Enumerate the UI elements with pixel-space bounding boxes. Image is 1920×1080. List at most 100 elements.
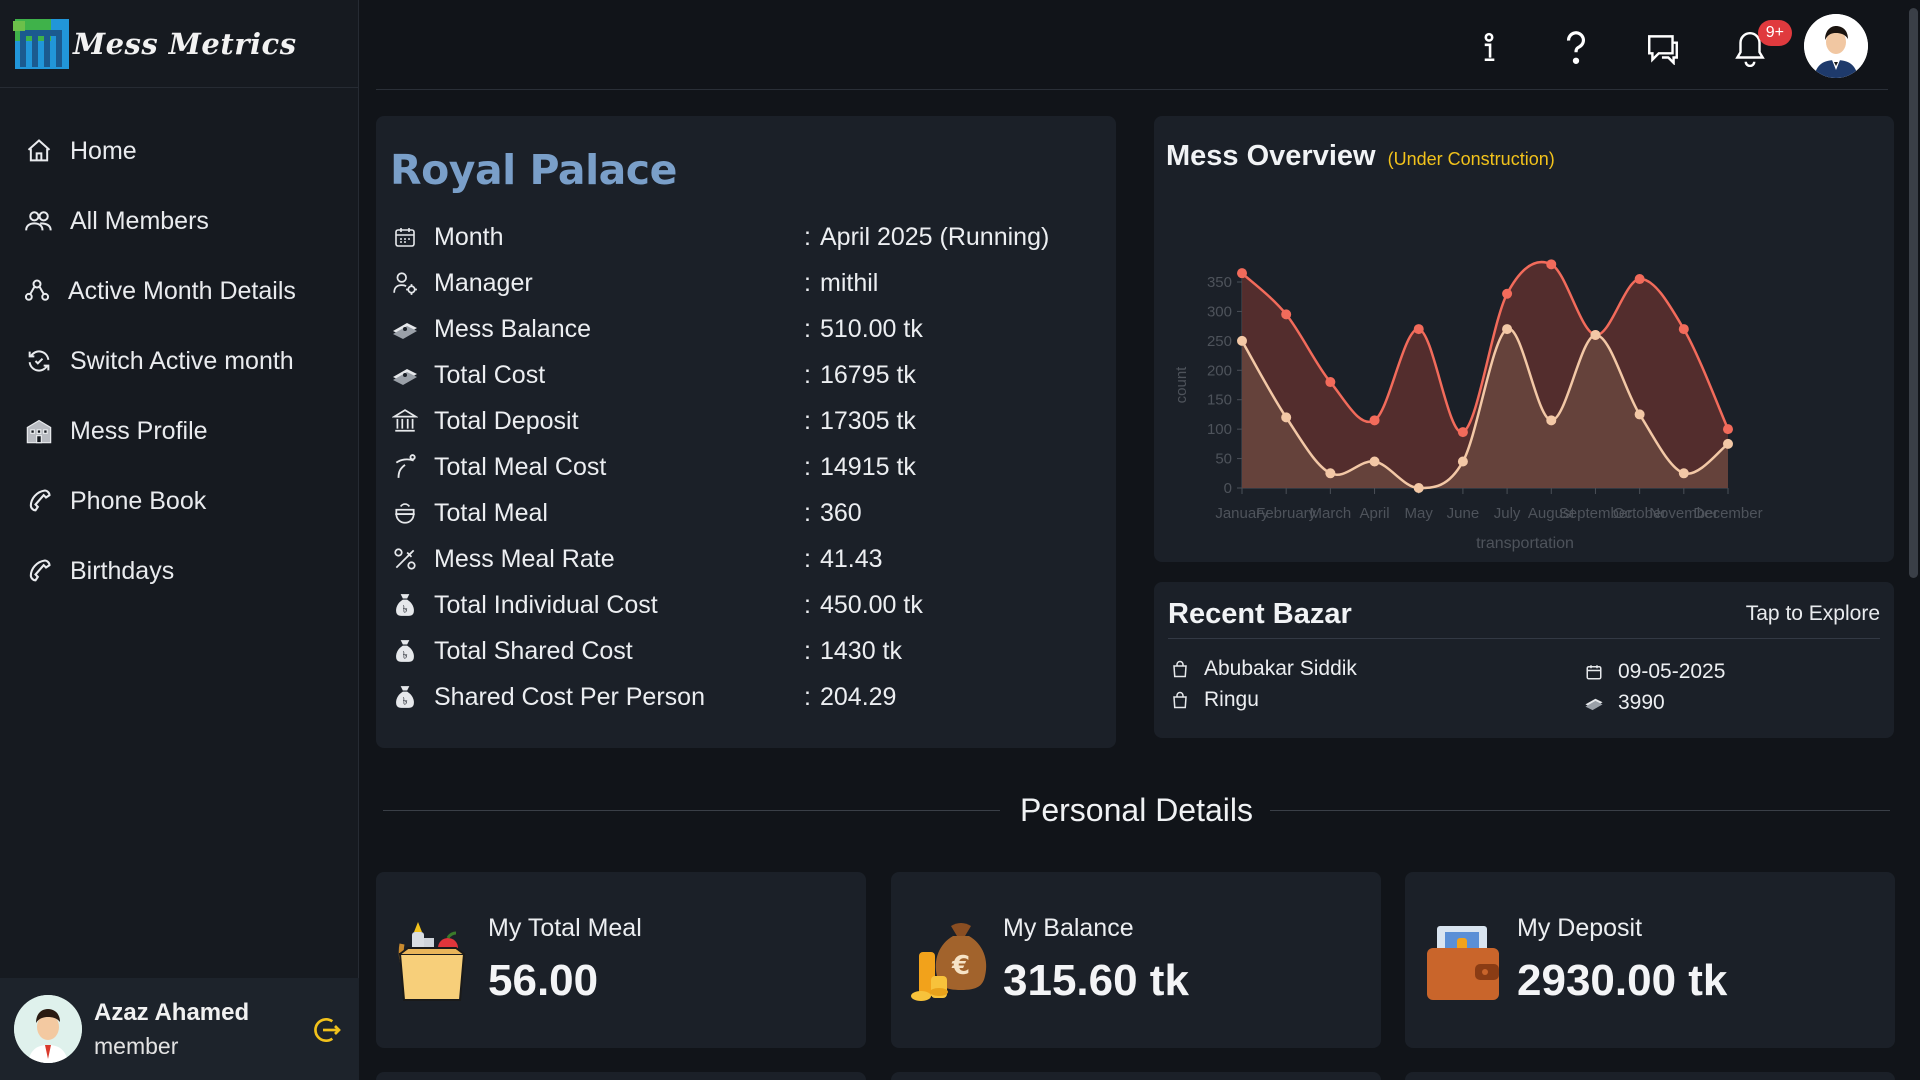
bazar-shopper: Abubakar Siddik <box>1170 657 1357 681</box>
svg-text:৳: ৳ <box>403 651 408 662</box>
info-value: 1430 tk <box>820 636 903 665</box>
money-bag-coins-icon: € <box>909 918 987 1002</box>
chart-icon <box>22 276 52 306</box>
data-point <box>1590 329 1601 340</box>
scrollbar-thumb[interactable] <box>1909 8 1918 578</box>
svg-text:৳: ৳ <box>403 697 408 708</box>
data-point <box>1369 415 1380 426</box>
stat-card-total-meal[interactable]: My Total Meal 56.00 <box>376 872 866 1048</box>
calendar-icon <box>1584 662 1604 682</box>
info-label: Total Individual Cost <box>434 590 658 619</box>
shopper-name: Ringu <box>1204 688 1259 711</box>
info-value: 16795 tk <box>820 360 916 389</box>
section-divider-left <box>383 810 1000 811</box>
notification-bell-icon[interactable]: 9+ <box>1730 20 1792 68</box>
info-label: Mess Balance <box>434 314 592 343</box>
sidebar-item-label: Birthdays <box>70 556 175 585</box>
phone-icon <box>24 486 54 516</box>
x-tick-label: April <box>1360 505 1390 522</box>
data-point <box>1678 324 1689 335</box>
info-value: 360 <box>820 498 862 527</box>
shopper-name: Abubakar Siddik <box>1204 657 1357 680</box>
x-tick-label: December <box>1693 505 1762 522</box>
sidebar-item-all-members[interactable]: All Members <box>0 186 358 256</box>
stat-value: 56.00 <box>488 956 599 1005</box>
data-point <box>1325 377 1336 388</box>
stat-card-balance[interactable]: € My Balance 315.60 tk <box>891 872 1381 1048</box>
next-card-row <box>891 1072 1381 1080</box>
sidebar-item-switch-active-month[interactable]: Switch Active month <box>0 326 358 396</box>
app-logo[interactable]: Mess Metrics <box>0 0 358 88</box>
x-tick-label: June <box>1447 505 1480 522</box>
data-point <box>1723 438 1733 449</box>
avatar[interactable] <box>14 995 82 1063</box>
building-icon <box>24 416 54 446</box>
data-point <box>1413 324 1424 335</box>
section-divider-right <box>1270 810 1890 811</box>
logout-icon[interactable] <box>311 1014 343 1046</box>
info-label: Manager <box>434 268 533 297</box>
profile-avatar[interactable] <box>1804 14 1868 78</box>
info-label: Total Deposit <box>434 406 579 435</box>
data-point <box>1546 415 1557 426</box>
sidebar-item-active-month-details[interactable]: Active Month Details <box>0 256 358 326</box>
app-name: Mess Metrics <box>73 26 297 61</box>
mess-info-list: Month: April 2025 (Running) Manager: mit… <box>390 214 1090 720</box>
stat-label: My Deposit <box>1517 914 1643 942</box>
sidebar-nav: Home All Members Active Month Details Sw… <box>0 116 358 606</box>
stat-card-deposit[interactable]: My Deposit 2930.00 tk <box>1405 872 1895 1048</box>
data-point <box>1457 456 1468 467</box>
bazar-shopper: Ringu <box>1170 688 1259 712</box>
sidebar-item-mess-profile[interactable]: Mess Profile <box>0 396 358 466</box>
mess-name: Royal Palace <box>390 146 677 194</box>
current-user-panel: Azaz Ahamed member <box>0 978 359 1080</box>
sidebar-item-label: Switch Active month <box>70 346 294 375</box>
info-label: Mess Meal Rate <box>434 544 615 573</box>
tap-to-explore-link[interactable]: Tap to Explore <box>1746 602 1880 626</box>
sidebar-item-phone-book[interactable]: Phone Book <box>0 466 358 536</box>
info-value: 41.43 <box>820 544 883 573</box>
x-tick-label: May <box>1405 505 1434 522</box>
x-tick-label: July <box>1494 505 1521 522</box>
shopping-bag-icon <box>1170 659 1190 679</box>
page-scrollbar[interactable] <box>1906 0 1920 1080</box>
info-row-mess-meal-rate: Mess Meal Rate: 41.43 <box>390 536 1090 582</box>
help-icon[interactable] <box>1556 28 1596 68</box>
next-card-row <box>1405 1072 1895 1080</box>
info-icon[interactable] <box>1469 28 1509 68</box>
info-row-shared-cost-per-person: ৳ Shared Cost Per Person: 204.29 <box>390 674 1090 720</box>
money-bag-icon: ৳ <box>390 590 420 620</box>
data-point <box>1546 259 1557 270</box>
info-value: 204.29 <box>820 682 897 711</box>
y-tick-label: 200 <box>1207 362 1232 379</box>
sidebar-item-home[interactable]: Home <box>0 116 358 186</box>
data-point <box>1369 456 1380 467</box>
y-axis-label: count <box>1173 366 1190 404</box>
y-tick-label: 50 <box>1215 451 1232 468</box>
info-row-total-individual-cost: ৳ Total Individual Cost: 450.00 tk <box>390 582 1090 628</box>
mess-info-card: Royal Palace Month: April 2025 (Running)… <box>376 116 1116 748</box>
stat-value: 315.60 tk <box>1003 956 1189 1005</box>
hand-coin-icon <box>390 452 420 482</box>
bank-icon <box>390 406 420 436</box>
data-point <box>1325 468 1336 479</box>
info-label: Total Meal Cost <box>434 452 607 481</box>
bazar-date-value: 09-05-2025 <box>1618 660 1726 683</box>
data-point <box>1634 274 1645 285</box>
recent-bazar-card: Recent Bazar Tap to Explore Abubakar Sid… <box>1154 582 1894 738</box>
bazar-amount-value: 3990 <box>1618 691 1665 714</box>
notification-badge: 9+ <box>1757 20 1792 46</box>
info-row-total-shared-cost: ৳ Total Shared Cost: 1430 tk <box>390 628 1090 674</box>
data-point <box>1502 288 1513 299</box>
meal-icon <box>390 498 420 528</box>
divider <box>1168 638 1880 639</box>
users-icon <box>24 206 54 236</box>
chat-icon[interactable] <box>1643 28 1683 68</box>
info-label: Shared Cost Per Person <box>434 682 705 711</box>
svg-text:৳: ৳ <box>403 605 408 616</box>
calendar-icon <box>390 222 420 252</box>
bazar-date: 09-05-2025 <box>1584 660 1725 684</box>
sidebar-item-label: All Members <box>70 206 209 235</box>
data-point <box>1237 268 1247 279</box>
sidebar-item-birthdays[interactable]: Birthdays <box>0 536 358 606</box>
